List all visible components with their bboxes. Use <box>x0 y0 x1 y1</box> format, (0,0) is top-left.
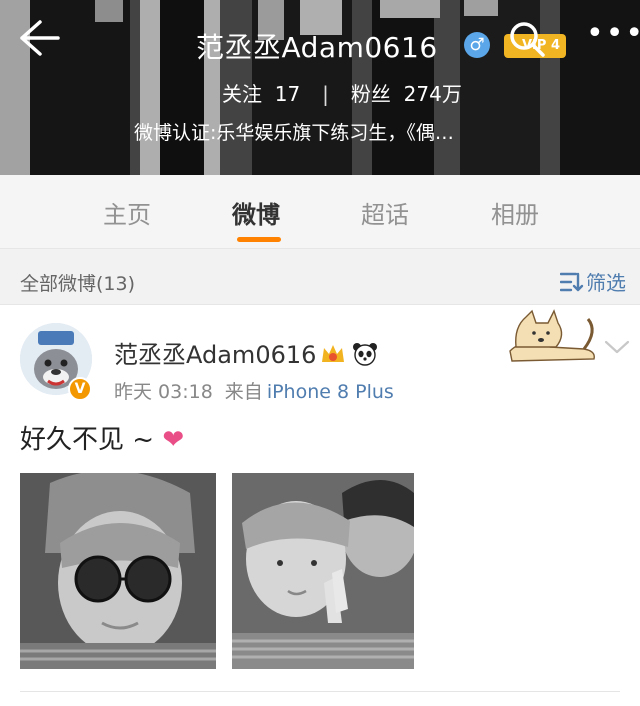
search-icon <box>510 22 545 57</box>
post-meta: 昨天 03:18 来自 iPhone 8 Plus <box>114 377 394 404</box>
post-photo-1[interactable] <box>20 473 216 669</box>
verified-badge-icon: V <box>68 377 92 401</box>
profile-stats: 关注 17 | 粉丝 274万 <box>222 78 462 107</box>
panda-icon <box>353 343 378 366</box>
tab-album[interactable]: 相册 <box>491 195 539 230</box>
filter-label: 筛选 <box>586 271 626 295</box>
tab-home[interactable]: 主页 <box>103 195 151 230</box>
heart-icon: ❤ <box>162 425 185 455</box>
post-photo-2[interactable] <box>232 473 414 669</box>
chevron-down-icon[interactable] <box>604 339 630 355</box>
active-tab-indicator <box>237 237 281 242</box>
search-button[interactable] <box>508 20 548 60</box>
back-button[interactable] <box>18 18 62 58</box>
profile-name: 范丞丞Adam0616 <box>196 31 438 64</box>
post-author-name[interactable]: 范丞丞Adam0616 <box>114 335 378 370</box>
male-gender-icon: ♂ <box>464 32 490 58</box>
device-link[interactable]: iPhone 8 Plus <box>267 381 394 403</box>
photo-image <box>20 473 216 669</box>
stats-separator: | <box>322 82 329 106</box>
tab-super-topic[interactable]: 超话 <box>361 195 409 230</box>
post-divider <box>20 691 620 692</box>
photo-image <box>232 473 414 669</box>
post-time: 昨天 03:18 <box>114 381 213 403</box>
back-arrow-icon <box>20 20 60 56</box>
filter-button[interactable]: 筛选 <box>560 267 626 295</box>
followers-link[interactable]: 粉丝 274万 <box>351 78 462 107</box>
more-options-icon[interactable]: ••• <box>586 19 640 52</box>
tab-weibo[interactable]: 微博 <box>232 195 280 230</box>
following-link[interactable]: 关注 17 <box>222 78 300 107</box>
verification-text[interactable]: 微博认证:乐华娱乐旗下练习生，《偶… <box>134 118 454 145</box>
filter-bar: 全部微博(13) 筛选 <box>0 249 640 305</box>
weibo-post: V 范丞丞Adam0616 昨天 03:18 来自 iPhone 8 Plus 好久… <box>0 305 640 706</box>
profile-header: 范丞丞Adam0616 ♂ VIP 4 ••• 关注 17 | 粉丝 274万 微博… <box>0 0 640 175</box>
shiba-dog-sticker-icon <box>509 309 595 362</box>
profile-tabs: 主页 微博 超话 相册 <box>0 175 640 249</box>
post-count-label: 全部微博(13) <box>20 273 136 295</box>
crown-icon <box>322 345 345 362</box>
source-prefix: 来自 <box>224 381 263 403</box>
filter-icon <box>560 272 584 292</box>
post-text: 好久不见 ~ ❤ <box>20 425 185 455</box>
